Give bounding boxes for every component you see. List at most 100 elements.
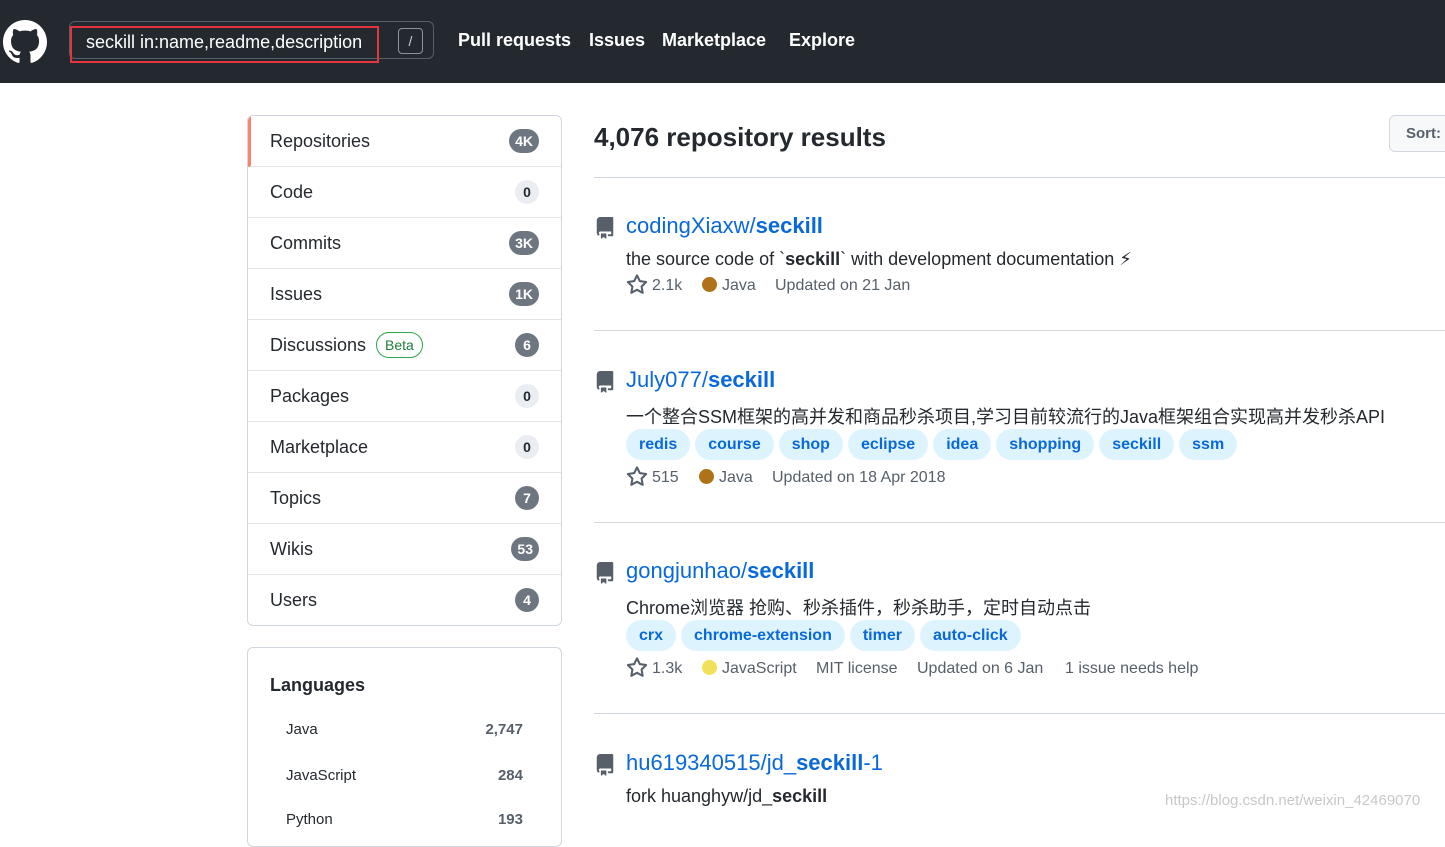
languages-filter: Languages Java 2,747 JavaScript 284 Pyth… bbox=[247, 647, 562, 847]
topic-tag[interactable]: timer bbox=[849, 620, 915, 651]
count-badge: 1K bbox=[509, 282, 539, 306]
menu-item-label: Code bbox=[270, 182, 314, 202]
count-badge: 4K bbox=[509, 129, 539, 153]
stargazers-link[interactable]: 515 bbox=[626, 466, 679, 487]
star-icon bbox=[626, 657, 648, 677]
menu-item-label: Issues bbox=[270, 284, 323, 304]
count-badge: 0 bbox=[515, 180, 539, 204]
language-color-dot bbox=[702, 277, 717, 292]
nav-pull-requests[interactable]: Pull requests bbox=[458, 30, 571, 51]
menu-item-repositories[interactable]: Repositories 4K bbox=[248, 116, 561, 167]
count-badge: 3K bbox=[509, 231, 539, 255]
repo-icon bbox=[596, 371, 614, 393]
language-name: Java bbox=[286, 721, 318, 738]
language-filter-python[interactable]: Python 193 bbox=[286, 811, 523, 831]
beta-badge: Beta bbox=[376, 332, 423, 358]
repo-icon bbox=[596, 754, 614, 776]
menu-item-label: Users bbox=[270, 590, 318, 610]
count-badge: 6 bbox=[515, 333, 539, 357]
nav-issues[interactable]: Issues bbox=[589, 30, 645, 51]
repo-name-match: seckill bbox=[755, 213, 823, 238]
updated-time: Updated on 6 Jan bbox=[917, 660, 1044, 677]
repo-link[interactable]: codingXiaxw/seckill bbox=[626, 213, 823, 239]
repo-description: Chrome浏览器 抢购、秒杀插件，秒杀助手，定时自动点击 bbox=[626, 598, 1092, 618]
repo-link[interactable]: July077/seckill bbox=[626, 367, 775, 393]
menu-item-issues[interactable]: Issues 1K bbox=[248, 269, 561, 320]
description-match: seckill bbox=[785, 249, 841, 269]
menu-item-label: Commits bbox=[270, 233, 341, 253]
menu-item-marketplace[interactable]: Marketplace 0 bbox=[248, 422, 561, 473]
menu-item-wikis[interactable]: Wikis 53 bbox=[248, 524, 561, 575]
menu-item-commits[interactable]: Commits 3K bbox=[248, 218, 561, 269]
nav-marketplace[interactable]: Marketplace bbox=[662, 30, 766, 51]
menu-item-code[interactable]: Code 0 bbox=[248, 167, 561, 218]
repo-link[interactable]: gongjunhao/seckill bbox=[626, 558, 814, 584]
language-name: Java bbox=[719, 469, 753, 486]
language-name: JavaScript bbox=[286, 767, 357, 784]
count-badge: 53 bbox=[511, 537, 539, 561]
star-icon bbox=[626, 466, 648, 486]
repo-description: the source code of `seckill` with develo… bbox=[626, 249, 1132, 270]
menu-item-label: Marketplace bbox=[270, 437, 369, 457]
topic-tag[interactable]: auto-click bbox=[919, 620, 1021, 651]
topic-list: crx chrome-extension timer auto-click bbox=[626, 620, 1026, 651]
nav-explore[interactable]: Explore bbox=[789, 30, 855, 51]
updated-time: Updated on 21 Jan bbox=[775, 277, 911, 294]
topic-tag[interactable]: redis bbox=[626, 429, 691, 460]
repo-name-match: seckill bbox=[796, 750, 864, 775]
language-filter-javascript[interactable]: JavaScript 284 bbox=[286, 767, 523, 787]
topic-tag[interactable]: crx bbox=[626, 620, 677, 651]
description-text: the source code of ` bbox=[626, 249, 786, 269]
results-count-heading: 4,076 repository results bbox=[594, 122, 886, 152]
count-badge: 0 bbox=[515, 435, 539, 459]
stargazers-link[interactable]: 2.1k bbox=[626, 274, 683, 295]
repo-owner: gongjunhao/ bbox=[626, 558, 748, 583]
menu-item-label: Discussions bbox=[270, 335, 367, 355]
slash-shortcut-key: / bbox=[398, 28, 423, 54]
language-color-dot bbox=[699, 469, 714, 484]
updated-time: Updated on 18 Apr 2018 bbox=[772, 469, 946, 486]
star-count: 2.1k bbox=[652, 277, 683, 294]
star-count: 1.3k bbox=[652, 660, 683, 677]
repo-link[interactable]: hu619340515/jd_seckill-1 bbox=[626, 750, 883, 776]
language-filter-java[interactable]: Java 2,747 bbox=[286, 721, 523, 741]
language-name: Java bbox=[722, 277, 756, 294]
menu-item-topics[interactable]: Topics 7 bbox=[248, 473, 561, 524]
search-type-menu: Repositories 4K Code 0 Commits 3K Issues… bbox=[247, 115, 562, 626]
star-count: 515 bbox=[652, 469, 679, 486]
topic-tag[interactable]: idea bbox=[933, 429, 992, 460]
topic-tag[interactable]: ssm bbox=[1179, 429, 1238, 460]
topic-tag[interactable]: eclipse bbox=[847, 429, 929, 460]
menu-item-label: Topics bbox=[270, 488, 322, 508]
menu-item-packages[interactable]: Packages 0 bbox=[248, 371, 561, 422]
menu-item-label: Packages bbox=[270, 386, 350, 406]
divider bbox=[594, 522, 1445, 523]
language-count: 2,747 bbox=[485, 721, 523, 738]
search-highlight-annotation bbox=[70, 26, 379, 63]
description-text: fork huanghyw/jd_ bbox=[626, 786, 773, 806]
repo-name-suffix: -1 bbox=[863, 750, 883, 775]
repo-icon bbox=[596, 217, 614, 239]
topic-tag[interactable]: course bbox=[695, 429, 774, 460]
count-badge: 7 bbox=[515, 486, 539, 510]
github-logo-icon[interactable] bbox=[3, 20, 47, 64]
count-badge: 0 bbox=[515, 384, 539, 408]
topic-tag[interactable]: shop bbox=[778, 429, 843, 460]
topic-tag[interactable]: seckill bbox=[1099, 429, 1175, 460]
menu-item-discussions[interactable]: Discussions Beta 6 bbox=[248, 320, 561, 371]
topic-tag[interactable]: shopping bbox=[996, 429, 1095, 460]
repo-language: JavaScript bbox=[702, 660, 797, 678]
repo-language: Java bbox=[702, 277, 756, 295]
topic-list: redis course shop eclipse idea shopping seckil… bbox=[626, 429, 1242, 460]
menu-item-users[interactable]: Users 4 bbox=[248, 575, 561, 625]
license-label: MIT license bbox=[816, 660, 898, 677]
stargazers-link[interactable]: 1.3k bbox=[626, 657, 683, 678]
repo-owner: hu619340515/jd_ bbox=[626, 750, 797, 775]
sort-button[interactable]: Sort: bbox=[1389, 115, 1445, 152]
language-name: JavaScript bbox=[722, 660, 797, 677]
topic-tag[interactable]: chrome-extension bbox=[681, 620, 845, 651]
repo-description: fork huanghyw/jd_seckill bbox=[626, 786, 827, 807]
divider bbox=[594, 177, 1445, 178]
help-wanted-issues-link[interactable]: 1 issue needs help bbox=[1065, 660, 1198, 678]
description-match: seckill bbox=[772, 786, 828, 806]
